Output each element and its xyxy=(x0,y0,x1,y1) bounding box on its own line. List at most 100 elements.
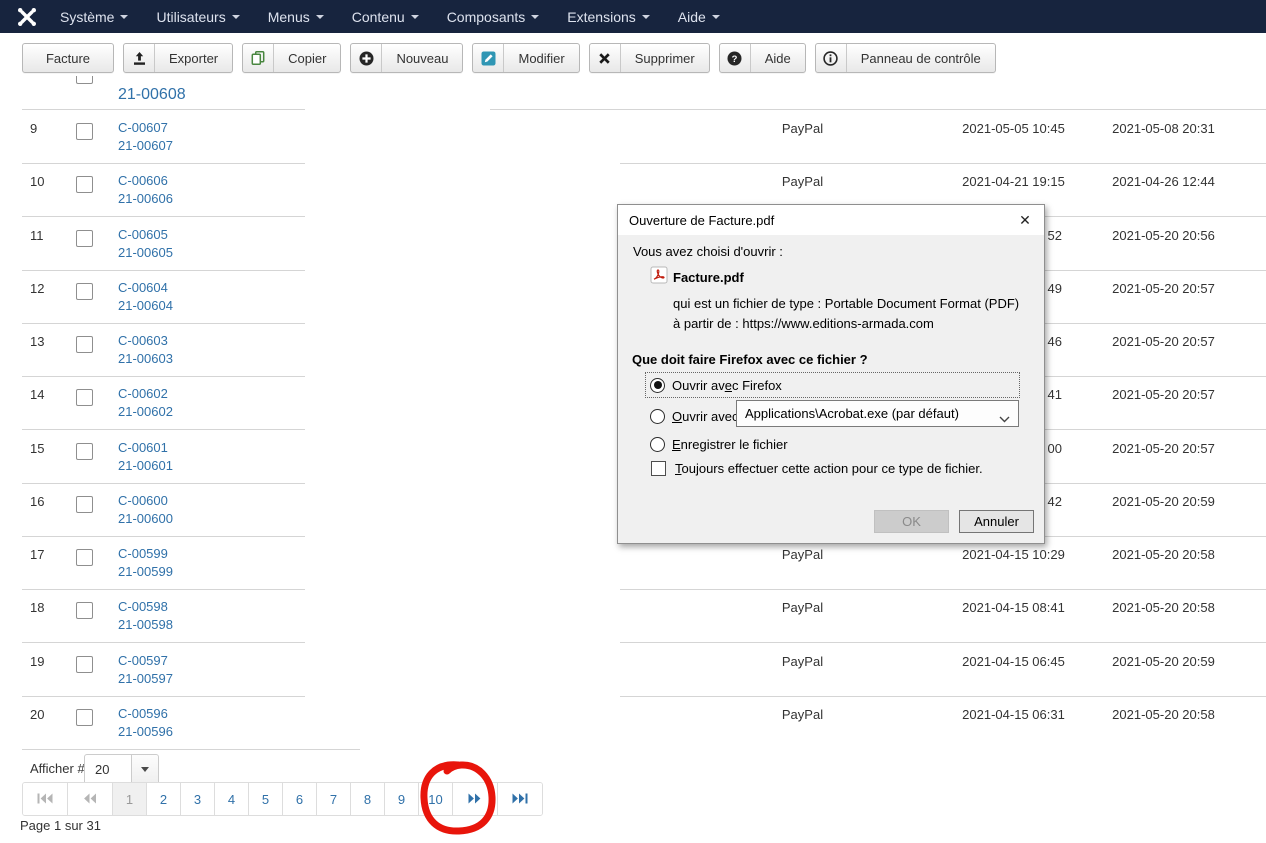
menubar-item-composants[interactable]: Composants xyxy=(433,0,554,33)
invoice-link[interactable]: C-00603 xyxy=(118,333,168,348)
pagination-next-button[interactable] xyxy=(452,783,497,815)
pag-next-icon xyxy=(468,792,482,807)
row-checkbox[interactable] xyxy=(76,549,93,566)
pagination-prev-button xyxy=(67,783,112,815)
invoice-link[interactable]: 21-00602 xyxy=(118,404,173,419)
pagination-last-button[interactable] xyxy=(497,783,542,815)
toolbar-button-panneau-de-contr-le[interactable]: Panneau de contrôle xyxy=(814,43,996,73)
invoice-link[interactable]: C-00596 xyxy=(118,706,168,721)
invoice-link[interactable]: 21-00603 xyxy=(118,351,173,366)
invoice-link[interactable]: 21-00607 xyxy=(118,138,173,153)
date-created: 2021-04-15 10:29 xyxy=(962,547,1065,562)
row-checkbox[interactable] xyxy=(76,176,93,194)
menubar-items: Système Utilisateurs Menus Contenu Composant… xyxy=(46,0,734,33)
date-created: 2021-04-15 06:31 xyxy=(962,706,1065,722)
display-limit-select[interactable]: 20 xyxy=(84,754,159,785)
row-checkbox[interactable] xyxy=(76,602,93,620)
pagination-page-6[interactable]: 6 xyxy=(282,783,316,815)
ok-button[interactable]: OK xyxy=(874,510,949,533)
date-modified: 2021-05-20 20:58 xyxy=(1112,706,1215,722)
invoice-link[interactable]: C-00602 xyxy=(118,386,168,401)
row-number: 19 xyxy=(30,653,45,669)
payment-method: PayPal xyxy=(781,547,824,562)
chevron-down-icon xyxy=(999,411,1010,426)
radio-selected-icon[interactable] xyxy=(650,377,665,393)
invoice-link[interactable]: C-00604 xyxy=(118,280,168,295)
checkbox-icon[interactable] xyxy=(651,461,666,476)
invoice-link[interactable]: 21-00604 xyxy=(118,298,173,313)
invoice-link[interactable]: C-00600 xyxy=(118,493,168,508)
row-checkbox[interactable] xyxy=(76,708,93,726)
toolbar-button-nouveau[interactable]: Nouveau xyxy=(350,43,464,73)
toolbar-button-supprimer[interactable]: Supprimer xyxy=(588,43,710,73)
dialog-question: Que doit faire Firefox avec ce fichier ? xyxy=(632,352,868,367)
pagination-page-4[interactable]: 4 xyxy=(214,783,248,815)
row-checkbox[interactable] xyxy=(76,229,93,247)
invoice-link[interactable]: C-00607 xyxy=(118,120,168,135)
toolbar-button-modifier[interactable]: Modifier xyxy=(472,43,580,73)
invoice-link[interactable]: C-00601 xyxy=(118,440,168,455)
radio-icon[interactable] xyxy=(650,408,665,424)
row-checkbox[interactable] xyxy=(76,336,93,353)
option-open-with-firefox[interactable]: Ouvrir avec Firefox xyxy=(645,372,1020,398)
admin-menubar: Système Utilisateurs Menus Contenu Composant… xyxy=(0,0,1266,33)
pagination-page-9[interactable]: 9 xyxy=(384,783,418,815)
invoice-link[interactable]: 21-00606 xyxy=(118,191,173,206)
row-checkbox[interactable] xyxy=(76,389,93,407)
display-limit-dropdown-button[interactable] xyxy=(131,755,158,784)
application-dropdown[interactable]: Applications\Acrobat.exe (par défaut) xyxy=(736,400,1019,427)
row-number: 17 xyxy=(30,547,45,562)
payment-method: PayPal xyxy=(781,706,824,722)
close-icon[interactable]: ✕ xyxy=(1015,210,1035,230)
invoice-link[interactable]: C-00606 xyxy=(118,173,168,188)
toolbar-button-exporter[interactable]: Exporter xyxy=(123,43,234,73)
row-checkbox[interactable] xyxy=(76,282,93,300)
menubar-item-aide[interactable]: Aide xyxy=(664,0,734,33)
menubar-item-extensions[interactable]: Extensions xyxy=(553,0,663,33)
pagination-first-button xyxy=(23,783,67,815)
row-checkbox[interactable] xyxy=(76,495,93,513)
toolbar-button-aide[interactable]: ? Aide xyxy=(718,43,806,73)
row-checkbox[interactable] xyxy=(76,442,93,460)
invoice-link[interactable]: C-00605 xyxy=(118,227,168,242)
row-checkbox[interactable] xyxy=(76,76,93,84)
toolbar-button-facture[interactable]: Facture xyxy=(22,43,114,73)
invoice-link[interactable]: 21-00605 xyxy=(118,245,173,260)
pagination-page-7[interactable]: 7 xyxy=(316,783,350,815)
invoice-link[interactable]: C-00598 xyxy=(118,599,168,614)
toolbar-button-copier[interactable]: Copier xyxy=(242,43,342,73)
option-label: Ouvrir avec Firefox xyxy=(672,377,782,393)
pagination-page-10[interactable]: 10 xyxy=(418,783,452,815)
invoice-link[interactable]: C-00599 xyxy=(118,546,168,561)
invoice-link[interactable]: 21-00599 xyxy=(118,564,173,579)
invoice-link[interactable]: 21-00608 xyxy=(118,86,186,104)
menubar-item-syst-me[interactable]: Système xyxy=(46,0,142,33)
toolbar-button-label: Nouveau xyxy=(396,50,449,66)
always-do-this-checkbox-row[interactable]: Toujours effectuer cette action pour ce … xyxy=(651,461,983,476)
invoice-link[interactable]: C-00597 xyxy=(118,653,168,668)
pagination-page-1[interactable]: 1 xyxy=(112,783,146,815)
date-modified: 2021-05-20 20:57 xyxy=(1112,387,1215,403)
pagination-page-8[interactable]: 8 xyxy=(350,783,384,815)
menubar-item-menus[interactable]: Menus xyxy=(254,0,338,33)
invoice-link[interactable]: 21-00597 xyxy=(118,671,173,686)
cancel-button[interactable]: Annuler xyxy=(959,510,1034,533)
menubar-item-label: Utilisateurs xyxy=(156,8,226,25)
invoice-link[interactable]: 21-00596 xyxy=(118,724,173,739)
application-dropdown-value: Applications\Acrobat.exe (par défaut) xyxy=(745,406,959,421)
row-checkbox[interactable] xyxy=(76,123,93,140)
invoice-link[interactable]: 21-00600 xyxy=(118,511,173,526)
invoice-link[interactable]: 21-00598 xyxy=(118,617,173,632)
pagination-page-3[interactable]: 3 xyxy=(180,783,214,815)
pagination-page-2[interactable]: 2 xyxy=(146,783,180,815)
option-save-file[interactable]: Enregistrer le fichier xyxy=(645,431,1020,457)
row-checkbox[interactable] xyxy=(76,655,93,673)
invoice-link[interactable]: 21-00601 xyxy=(118,458,173,473)
menubar-item-utilisateurs[interactable]: Utilisateurs xyxy=(142,0,253,33)
payment-method: PayPal xyxy=(781,653,824,669)
menubar-item-contenu[interactable]: Contenu xyxy=(338,0,433,33)
radio-icon[interactable] xyxy=(650,436,665,452)
export-icon xyxy=(124,44,155,72)
chevron-down-icon xyxy=(711,14,720,19)
pagination-page-5[interactable]: 5 xyxy=(248,783,282,815)
